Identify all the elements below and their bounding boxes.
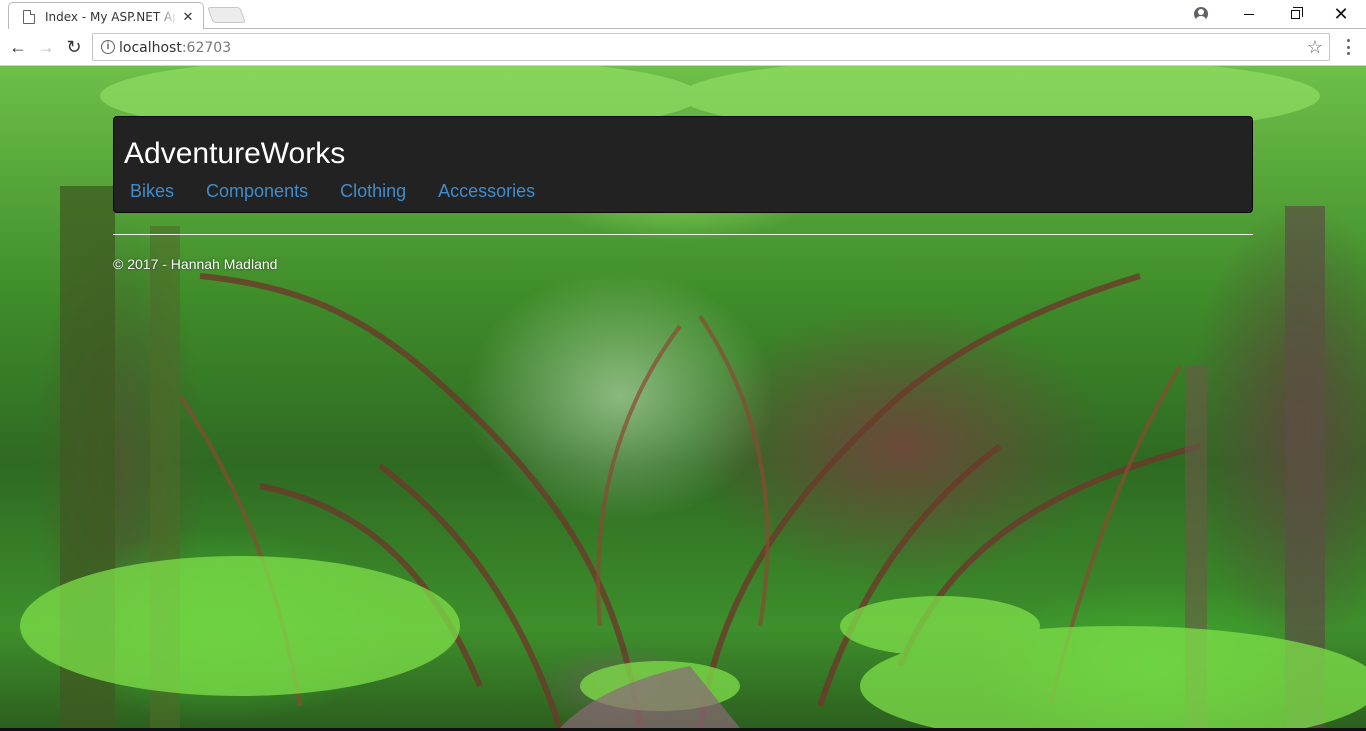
browser-tab-active[interactable]: Index - My ASP.NET Application ✕ — [8, 2, 204, 29]
nav-link-clothing[interactable]: Clothing — [324, 179, 422, 203]
back-button[interactable]: ← — [6, 35, 30, 59]
url-text[interactable]: localhost:62703 — [119, 40, 231, 56]
tab-title: Index - My ASP.NET Application — [45, 10, 177, 24]
nav-link-components[interactable]: Components — [190, 179, 324, 203]
info-icon[interactable]: i — [101, 40, 115, 54]
page-viewport: AdventureWorks Bikes Components Clothing… — [0, 66, 1366, 728]
new-tab-button[interactable] — [207, 7, 246, 23]
address-bar[interactable]: i localhost:62703 ☆ — [92, 33, 1330, 61]
close-icon: ✕ — [1333, 4, 1349, 24]
tab-close-icon[interactable]: ✕ — [181, 9, 195, 24]
star-icon[interactable]: ☆ — [1307, 37, 1323, 58]
forward-button[interactable]: → — [34, 35, 58, 59]
url-port: :62703 — [181, 40, 232, 56]
account-icon — [1194, 7, 1208, 21]
url-host: localhost — [119, 40, 182, 56]
close-window-button[interactable]: ✕ — [1318, 0, 1364, 28]
footer-divider — [113, 234, 1253, 235]
minimize-button[interactable] — [1226, 0, 1272, 28]
kebab-menu-icon[interactable] — [1340, 37, 1356, 57]
back-arrow-icon: ← — [9, 36, 27, 57]
nav-links: Bikes Components Clothing Accessories — [114, 179, 551, 203]
page-icon — [23, 10, 35, 24]
browser-tabstrip: Index - My ASP.NET Application ✕ ✕ — [0, 0, 1366, 29]
forward-arrow-icon: → — [37, 36, 55, 57]
reload-icon: ↻ — [66, 36, 82, 57]
restore-button[interactable] — [1272, 0, 1318, 28]
account-button[interactable] — [1178, 0, 1224, 28]
footer-copyright: © 2017 - Hannah Madland — [113, 256, 278, 272]
nav-link-bikes[interactable]: Bikes — [114, 179, 190, 203]
brand-logo-link[interactable]: AdventureWorks — [124, 137, 345, 171]
site-navbar: AdventureWorks Bikes Components Clothing… — [113, 116, 1253, 213]
nav-link-accessories[interactable]: Accessories — [422, 179, 551, 203]
restore-icon — [1290, 6, 1303, 19]
minimize-icon — [1244, 13, 1254, 15]
reload-button[interactable]: ↻ — [62, 35, 86, 59]
browser-toolbar: ← → ↻ i localhost:62703 ☆ — [0, 29, 1366, 66]
